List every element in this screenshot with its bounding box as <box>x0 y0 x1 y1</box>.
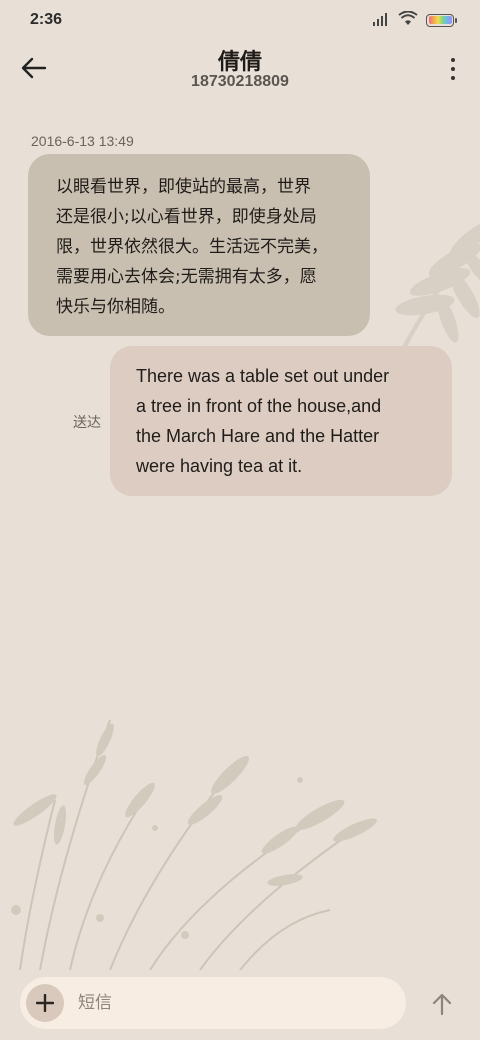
message-line: 限，世界依然很大。生活远不完美， <box>56 237 328 257</box>
message-line: 快乐与你相随。 <box>56 297 175 317</box>
more-options-button[interactable] <box>446 56 460 82</box>
incoming-message-bubble[interactable]: 以眼看世界，即使站的最高，世界 还是很小;以心看世界，即使身处局 限，世界依然很… <box>28 154 370 336</box>
plus-icon <box>36 994 54 1012</box>
send-button[interactable] <box>426 988 458 1020</box>
conversation-header: 倩倩 18730218809 <box>0 40 480 100</box>
send-arrow-up-icon <box>432 993 452 1015</box>
outgoing-message-bubble[interactable]: There was a table set out under a tree i… <box>110 346 452 496</box>
battery-icon <box>426 13 457 27</box>
message-line: a tree in front of the house,and <box>136 396 382 416</box>
message-timestamp: 2016-6-13 13:49 <box>31 133 134 149</box>
leaf-decoration-top <box>395 222 480 352</box>
message-line: the March Hare and the Hatter <box>136 426 380 446</box>
status-bar: 2:36 <box>0 0 480 40</box>
add-attachment-button[interactable] <box>26 984 64 1022</box>
message-line: 需要用心去体会;无需拥有太多，愿 <box>56 267 317 287</box>
message-composer <box>20 977 406 1029</box>
grass-decoration-bottom <box>11 719 377 970</box>
more-vertical-icon <box>451 58 455 62</box>
status-icons <box>372 10 457 30</box>
message-line: 以眼看世界，即使站的最高，世界 <box>56 177 311 197</box>
message-line: 还是很小;以心看世界，即使身处局 <box>56 207 317 227</box>
wifi-icon <box>398 10 418 30</box>
message-line: There was a table set out under <box>136 366 390 386</box>
message-line: were having tea at it. <box>136 456 303 476</box>
contact-name: 倩倩 <box>217 50 262 75</box>
message-input[interactable] <box>78 993 378 1013</box>
contact-number: 18730218809 <box>191 73 289 90</box>
battery-level <box>428 16 452 24</box>
delivery-status: 送达 <box>73 415 101 431</box>
status-time: 2:36 <box>30 11 63 28</box>
signal-icon <box>372 11 390 30</box>
